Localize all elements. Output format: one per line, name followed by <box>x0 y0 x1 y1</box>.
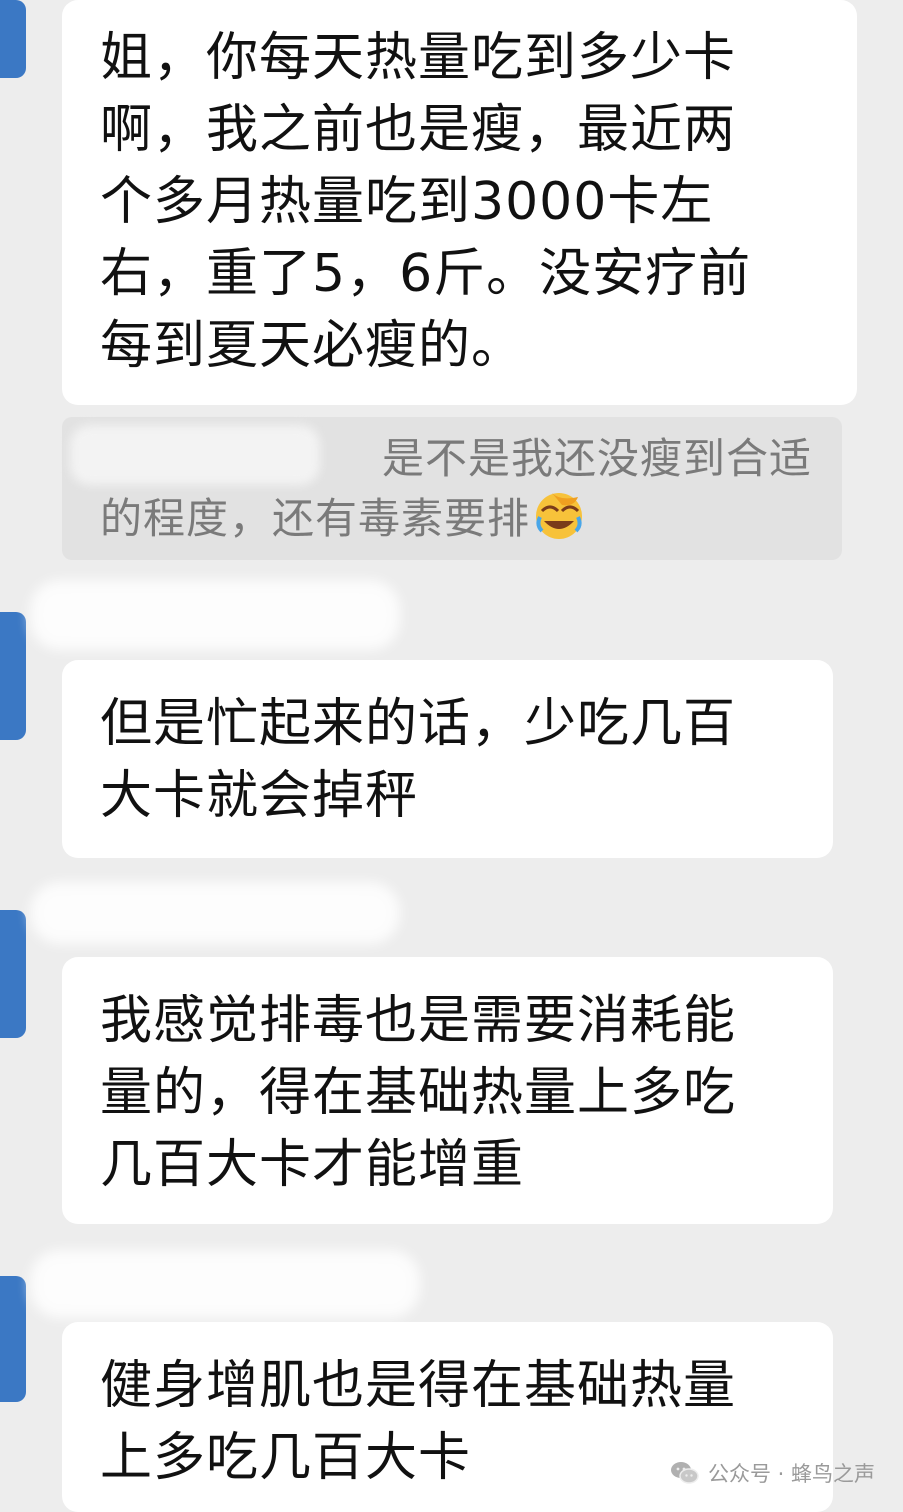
facepalm-laugh-emoji-icon <box>536 493 583 539</box>
quoted-text: 的程度，还有毒素要排 <box>100 494 531 543</box>
wechat-icon <box>670 1462 699 1484</box>
message-text-line: 每到夏天必瘦的。 <box>100 316 525 376</box>
avatar[interactable] <box>0 0 26 78</box>
message-bubble[interactable]: 姐，你每天热量吃到多少卡 啊，我之前也是瘦，最近两 个多月热量吃到3000卡左 … <box>62 0 857 405</box>
message-text-line: 个多月热量吃到3000卡左 <box>100 172 714 232</box>
message-text-line: 我感觉排毒也是需要消耗能 <box>100 991 737 1051</box>
message-text-line: 啊，我之前也是瘦，最近两 <box>100 100 737 160</box>
watermark: 公众号 · 蜂鸟之声 <box>670 1455 875 1491</box>
message-text-line: 大卡就会掉秤 <box>100 766 419 826</box>
message-bubble[interactable]: 但是忙起来的话，少吃几百 大卡就会掉秤 <box>62 660 833 858</box>
quoted-sender-blur <box>70 425 320 485</box>
message-text-line: 右，重了5，6斤。没安疗前 <box>100 244 752 304</box>
sender-name-blur <box>30 580 400 650</box>
quoted-text-line: 的程度，还有毒素要排 <box>100 489 842 549</box>
message-text-line: 健身增肌也是得在基础热量 <box>100 1356 737 1416</box>
avatar[interactable] <box>0 1276 26 1402</box>
sender-name-blur <box>30 882 400 944</box>
message-text-line: 姐，你每天热量吃到多少卡 <box>100 28 737 88</box>
watermark-text: 公众号 · 蜂鸟之声 <box>707 1462 875 1486</box>
message-text-line: 但是忙起来的话，少吃几百 <box>100 694 737 754</box>
avatar[interactable] <box>0 612 26 740</box>
message-bubble[interactable]: 我感觉排毒也是需要消耗能 量的，得在基础热量上多吃 几百大卡才能增重 <box>62 957 833 1224</box>
sender-name-blur <box>30 1250 420 1318</box>
quoted-text-line: 是不是我还没瘦到合适 <box>382 434 813 483</box>
avatar[interactable] <box>0 910 26 1038</box>
message-text-line: 量的，得在基础热量上多吃 <box>100 1063 737 1123</box>
message-text-line: 几百大卡才能增重 <box>100 1135 525 1195</box>
